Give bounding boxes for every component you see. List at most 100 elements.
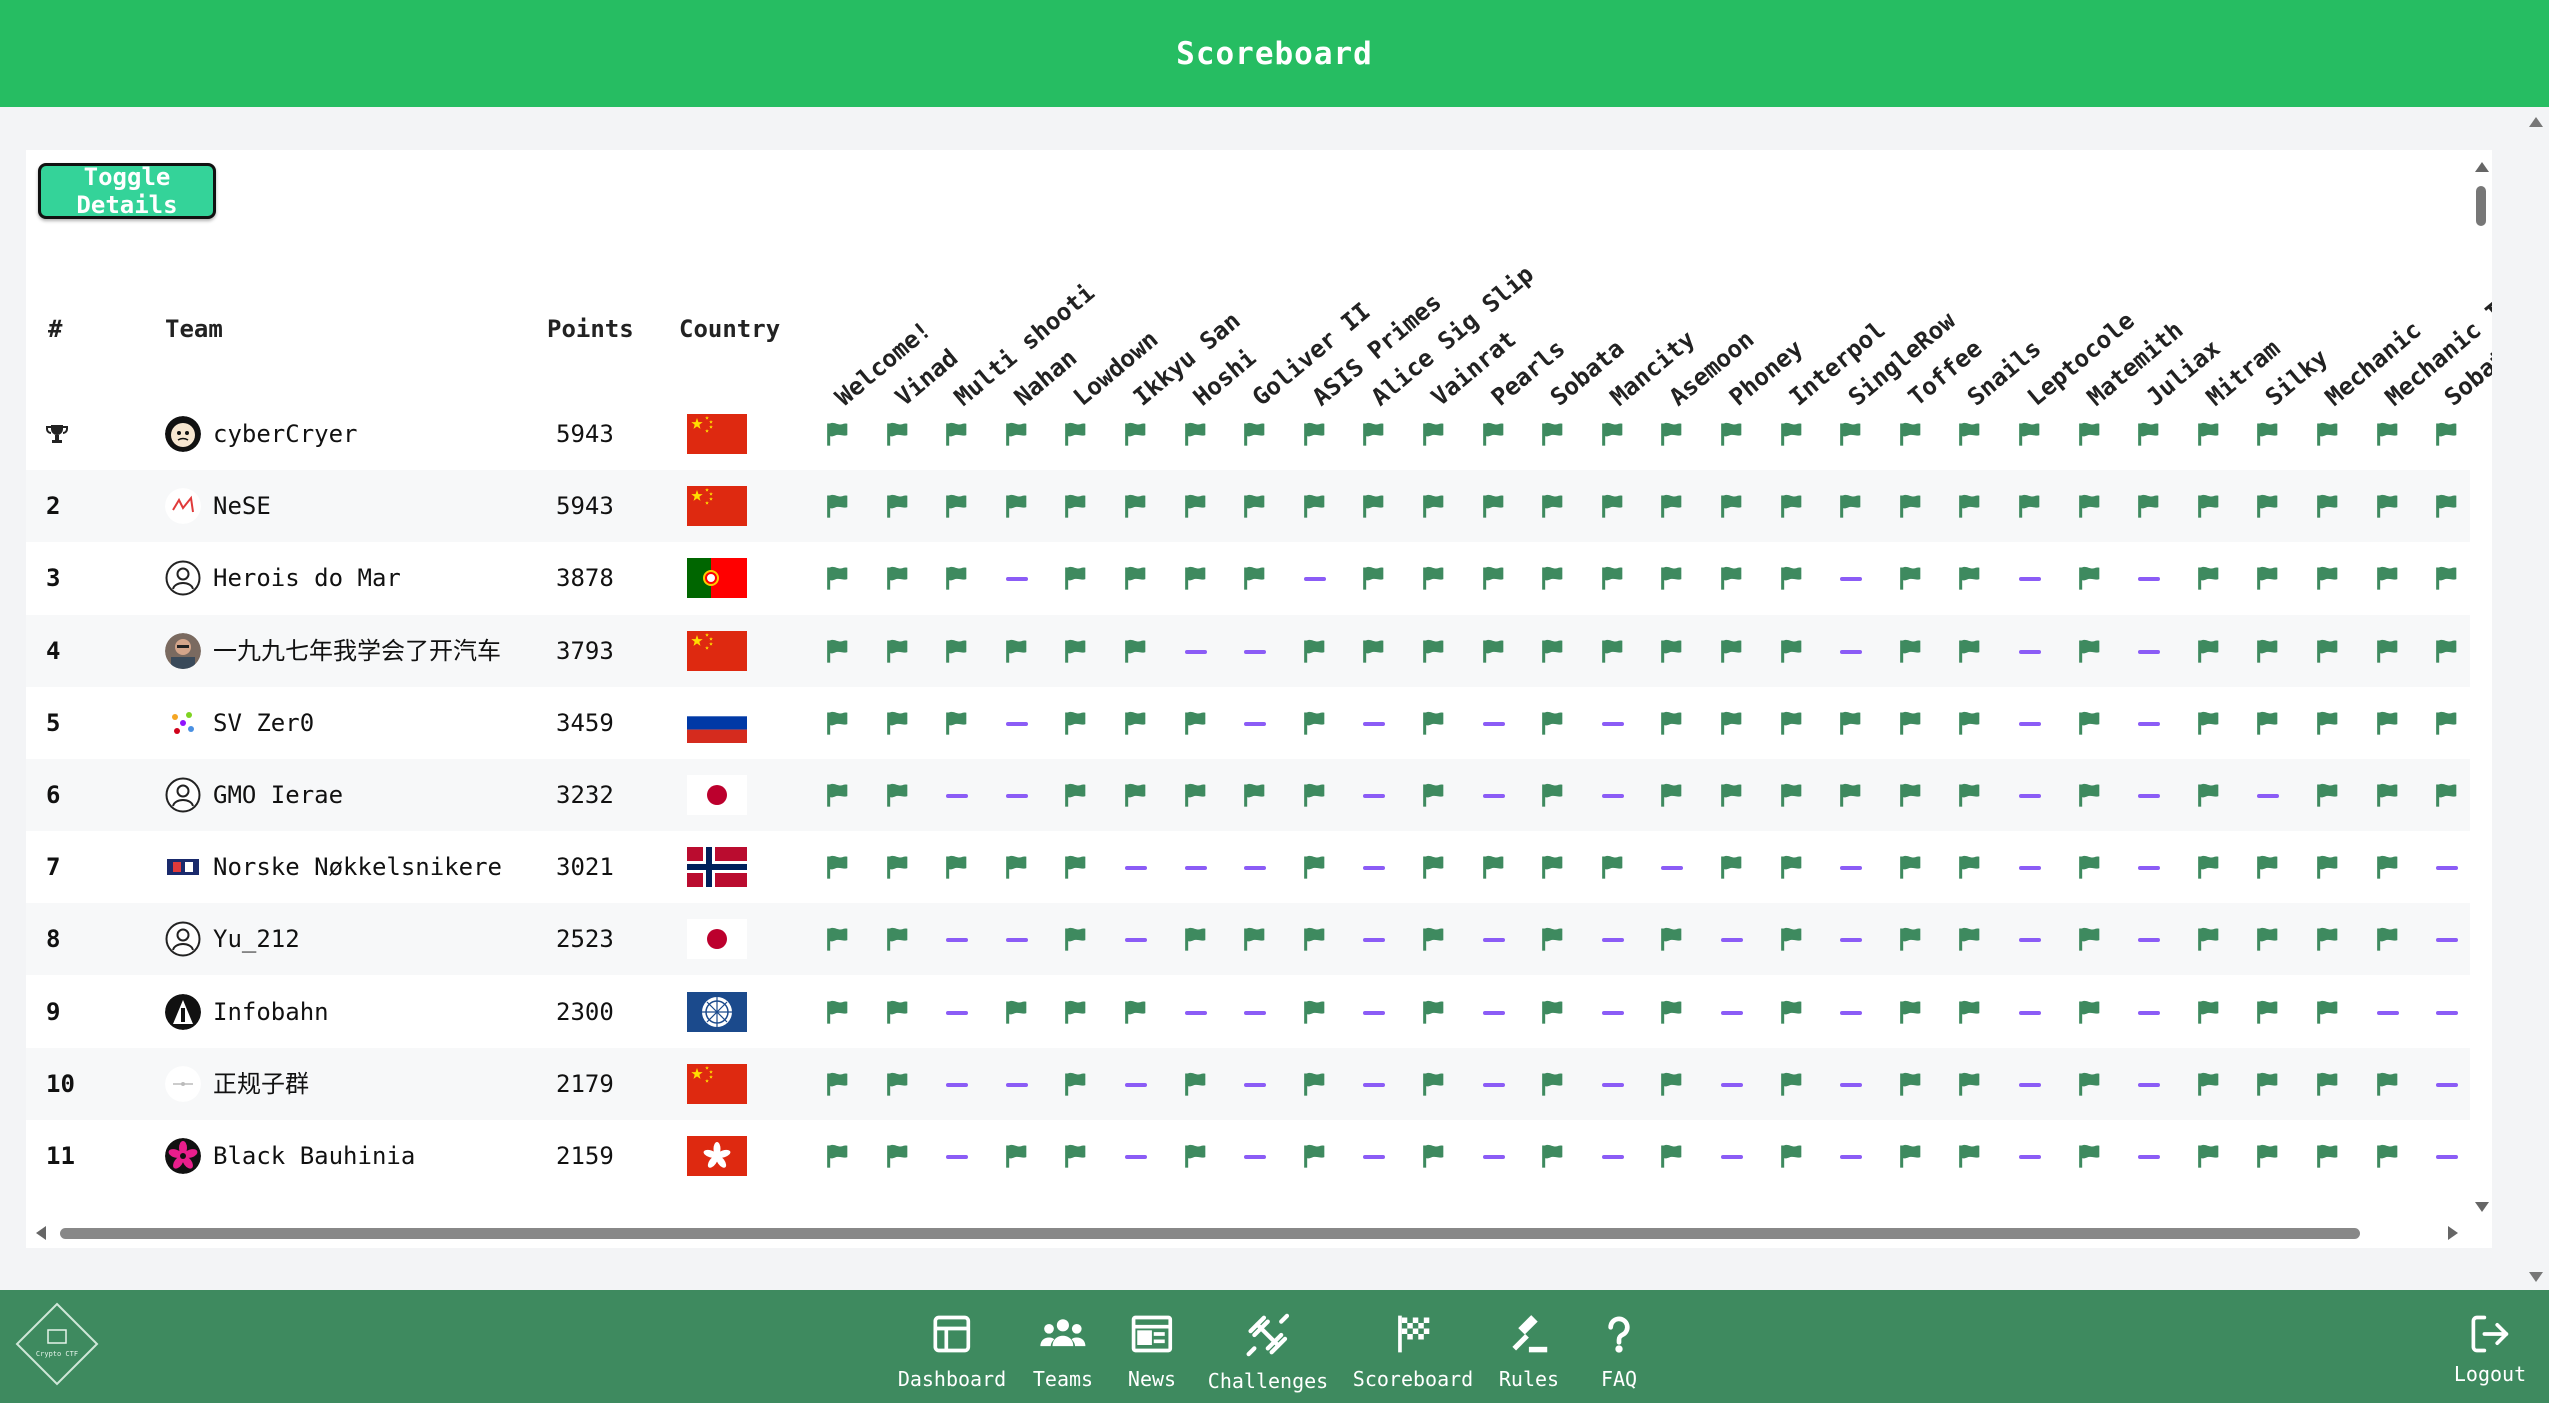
solved-flag-icon — [1778, 925, 1806, 953]
solved-flag-icon — [2314, 420, 2342, 448]
unsolved-dash — [1363, 1155, 1385, 1159]
solved-flag-icon — [1897, 564, 1925, 592]
unsolved-dash — [946, 938, 968, 942]
scroll-down-arrow[interactable] — [2475, 1202, 2489, 1212]
rank-cell: 8 — [46, 925, 61, 953]
country-flag — [687, 703, 747, 743]
rules-icon — [1507, 1312, 1551, 1367]
team-name-link[interactable]: cyberCryer — [213, 398, 358, 470]
solved-flag-icon — [1182, 420, 1210, 448]
page-scrollbar[interactable] — [2523, 107, 2549, 1290]
nav-dashboard[interactable]: Dashboard — [898, 1312, 1006, 1391]
unsolved-dash — [946, 1011, 968, 1015]
solved-flag-icon — [2254, 564, 2282, 592]
solved-flag-icon — [1480, 564, 1508, 592]
solved-flag-icon — [1778, 492, 1806, 520]
solved-flag-icon — [1956, 564, 1984, 592]
solved-flag-icon — [1062, 853, 1090, 881]
solved-flag-icon — [2374, 1142, 2402, 1170]
unsolved-dash — [2019, 1083, 2041, 1087]
solved-flag-icon — [2195, 925, 2223, 953]
team-name-link[interactable]: Infobahn — [213, 976, 329, 1048]
solved-flag-icon — [2374, 420, 2402, 448]
solved-flag-icon — [1837, 420, 1865, 448]
unsolved-dash — [1244, 1011, 1266, 1015]
crypto-ctf-logo[interactable]: Crypto CTF — [15, 1302, 99, 1386]
nav-challenges[interactable]: Challenges — [1208, 1312, 1328, 1393]
team-name-link[interactable]: Black Bauhinia — [213, 1120, 415, 1192]
solved-flag-icon — [1539, 853, 1567, 881]
team-name-link[interactable]: Herois do Mar — [213, 542, 401, 614]
solved-flag-icon — [1301, 998, 1329, 1026]
team-name-link[interactable]: Yu_212 — [213, 903, 300, 975]
team-name-link[interactable]: 一九九七年我学会了开汽车 — [213, 615, 501, 687]
table-row: 9 Infobahn 2300 — [26, 976, 2470, 1048]
logout-button[interactable]: Logout — [2454, 1312, 2526, 1386]
solved-flag-icon — [2076, 853, 2104, 881]
solved-flag-icon — [1539, 998, 1567, 1026]
solved-flag-icon — [1658, 781, 1686, 809]
scroll-thumb[interactable] — [2476, 186, 2486, 226]
solved-flag-icon — [1062, 1070, 1090, 1098]
scroll-thumb[interactable] — [60, 1228, 2360, 1239]
table-horizontal-scrollbar[interactable] — [26, 1218, 2470, 1248]
nav-news[interactable]: News — [1128, 1312, 1176, 1391]
scroll-up-arrow[interactable] — [2529, 117, 2543, 127]
solved-flag-icon — [1241, 492, 1269, 520]
solved-flag-icon — [1897, 1070, 1925, 1098]
unsolved-dash — [2257, 794, 2279, 798]
team-name-link[interactable]: Norske Nøkkelsnikere — [213, 831, 502, 903]
solved-flag-icon — [1956, 1070, 1984, 1098]
nav-scoreboard[interactable]: Scoreboard — [1353, 1312, 1473, 1391]
team-name-link[interactable]: 正规子群 — [213, 1048, 309, 1120]
nav-rules[interactable]: Rules — [1499, 1312, 1559, 1391]
solved-flag-icon — [1062, 781, 1090, 809]
solved-flag-icon — [943, 420, 971, 448]
solved-flag-icon — [1539, 781, 1567, 809]
country-flag — [687, 775, 747, 815]
unsolved-dash — [2019, 1011, 2041, 1015]
team-avatar — [165, 921, 201, 957]
nav-teams[interactable]: Teams — [1033, 1312, 1093, 1391]
points-cell: 2179 — [556, 1070, 614, 1098]
solved-flag-icon — [1956, 925, 1984, 953]
points-cell: 2159 — [556, 1142, 614, 1170]
solved-flag-icon — [1539, 492, 1567, 520]
team-name-link[interactable]: GMO Ierae — [213, 759, 343, 831]
solved-flag-icon — [1420, 853, 1448, 881]
solved-flag-icon — [1539, 420, 1567, 448]
solved-flag-icon — [1539, 709, 1567, 737]
unsolved-dash — [2019, 866, 2041, 870]
solved-flag-icon — [943, 564, 971, 592]
solved-flag-icon — [1182, 781, 1210, 809]
nav-faq[interactable]: FAQ — [1599, 1312, 1639, 1391]
unsolved-dash — [1006, 577, 1028, 581]
scroll-up-arrow[interactable] — [2475, 162, 2489, 172]
solved-flag-icon — [2254, 1142, 2282, 1170]
unsolved-dash — [1840, 1155, 1862, 1159]
unsolved-dash — [1840, 650, 1862, 654]
solved-flag-icon — [884, 637, 912, 665]
table-vertical-scrollbar[interactable] — [2470, 150, 2492, 1248]
solved-flag-icon — [1956, 1142, 1984, 1170]
solved-flag-icon — [2195, 853, 2223, 881]
solved-flag-icon — [2076, 420, 2104, 448]
team-name-link[interactable]: SV Zer0 — [213, 687, 314, 759]
solved-flag-icon — [1062, 564, 1090, 592]
solved-flag-icon — [1718, 492, 1746, 520]
scroll-right-arrow[interactable] — [2448, 1226, 2458, 1240]
solved-flag-icon — [1241, 925, 1269, 953]
unsolved-dash — [2138, 794, 2160, 798]
team-avatar — [165, 416, 201, 452]
nav-label: Rules — [1498, 1367, 1560, 1391]
unsolved-dash — [1483, 794, 1505, 798]
solved-flag-icon — [1301, 925, 1329, 953]
solved-flag-icon — [1241, 781, 1269, 809]
solved-flag-icon — [2195, 492, 2223, 520]
toggle-details-button[interactable]: Toggle Details — [38, 163, 216, 219]
scroll-down-arrow[interactable] — [2529, 1272, 2543, 1282]
scroll-left-arrow[interactable] — [36, 1226, 46, 1240]
team-name-link[interactable]: NeSE — [213, 470, 271, 542]
team-avatar — [165, 777, 201, 813]
unsolved-dash — [1125, 1083, 1147, 1087]
